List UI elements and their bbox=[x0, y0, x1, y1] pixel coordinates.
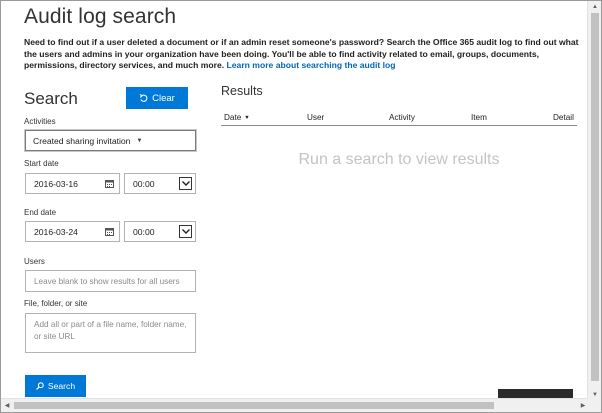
users-placeholder: Leave blank to show results for all user… bbox=[34, 276, 180, 286]
activities-label: Activities bbox=[24, 117, 56, 126]
sort-descending-icon: ▼ bbox=[244, 115, 250, 121]
vertical-scroll-thumb[interactable] bbox=[591, 13, 599, 381]
undo-arrow-icon bbox=[139, 93, 148, 102]
column-header-activity[interactable]: Activity bbox=[389, 113, 415, 122]
file-folder-site-label: File, folder, or site bbox=[24, 299, 88, 308]
scrollbar-corner bbox=[587, 398, 601, 412]
page-title: Audit log search bbox=[24, 5, 177, 28]
chevron-down-icon[interactable] bbox=[179, 225, 192, 238]
start-time-select[interactable]: 00:00 bbox=[124, 173, 196, 194]
caret-down-icon: ▼ bbox=[136, 137, 143, 144]
results-title: Results bbox=[221, 84, 263, 98]
audit-log-window: Audit log search Need to find out if a u… bbox=[0, 0, 602, 413]
column-header-date[interactable]: Date ▼ bbox=[224, 113, 250, 122]
scroll-up-arrow-icon[interactable]: ▲ bbox=[588, 1, 601, 12]
vertical-scrollbar[interactable]: ▲ ▼ bbox=[587, 1, 601, 400]
start-time-value: 00:00 bbox=[133, 178, 155, 189]
search-button-label: Search bbox=[47, 381, 76, 391]
clear-button-label: Clear bbox=[152, 92, 175, 104]
column-date-label: Date bbox=[224, 113, 242, 122]
chevron-down-icon[interactable] bbox=[179, 177, 192, 190]
column-header-user[interactable]: User bbox=[307, 113, 324, 122]
scroll-left-arrow-icon[interactable]: ◀ bbox=[1, 399, 13, 412]
users-input[interactable]: Leave blank to show results for all user… bbox=[25, 270, 196, 292]
end-time-value: 00:00 bbox=[133, 226, 155, 237]
file-placeholder: Add all or part of a file name, folder n… bbox=[34, 320, 187, 341]
intro-paragraph: Need to find out if a user deleted a doc… bbox=[24, 37, 590, 72]
start-date-input[interactable]: 2016-03-16 bbox=[25, 173, 120, 194]
end-date-label: End date bbox=[24, 208, 57, 217]
calendar-icon[interactable] bbox=[99, 222, 119, 241]
end-time-select[interactable]: 00:00 bbox=[124, 221, 196, 242]
column-header-detail[interactable]: Detail bbox=[553, 113, 574, 122]
activities-dropdown[interactable]: Created sharing invitation ▼ bbox=[25, 130, 196, 151]
results-table-header: Date ▼ User Activity Item Detail bbox=[221, 112, 577, 126]
horizontal-scrollbar[interactable]: ◀ ▶ bbox=[1, 398, 589, 412]
start-date-label: Start date bbox=[24, 159, 59, 168]
end-date-input[interactable]: 2016-03-24 bbox=[25, 221, 120, 242]
users-label: Users bbox=[24, 257, 45, 266]
horizontal-scroll-thumb[interactable] bbox=[14, 402, 494, 409]
start-date-value: 2016-03-16 bbox=[34, 178, 78, 189]
file-folder-site-input[interactable]: Add all or part of a file name, folder n… bbox=[25, 313, 196, 353]
magnifier-icon bbox=[36, 382, 44, 390]
search-heading: Search bbox=[24, 89, 78, 108]
learn-more-link[interactable]: Learn more about searching the audit log bbox=[227, 60, 396, 70]
results-empty-message: Run a search to view results bbox=[298, 151, 500, 168]
end-date-value: 2016-03-24 bbox=[34, 226, 78, 237]
activities-value: Created sharing invitation bbox=[33, 135, 131, 146]
column-header-item[interactable]: Item bbox=[471, 113, 487, 122]
calendar-icon[interactable] bbox=[99, 174, 119, 193]
clear-button[interactable]: Clear bbox=[126, 87, 188, 109]
search-button[interactable]: Search bbox=[25, 375, 86, 397]
